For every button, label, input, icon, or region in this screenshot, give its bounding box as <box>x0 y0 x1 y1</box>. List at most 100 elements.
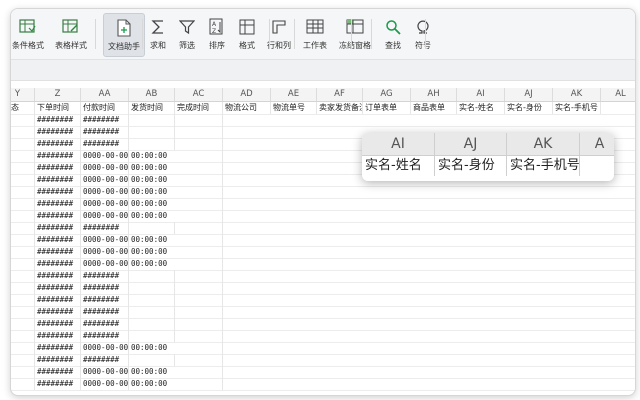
table-cell[interactable] <box>175 342 223 354</box>
table-cell[interactable]: 发货时间 <box>129 102 175 114</box>
table-cell[interactable]: ######## <box>35 222 81 234</box>
table-cell[interactable]: ######## <box>81 270 129 282</box>
table-cell[interactable]: 00:00:00 <box>129 234 175 246</box>
table-cell[interactable] <box>175 222 223 234</box>
table-cell[interactable]: ######## <box>35 162 81 174</box>
table-cell[interactable] <box>11 318 35 330</box>
table-cell[interactable] <box>129 318 175 330</box>
table-cell[interactable] <box>11 354 35 366</box>
table-cell[interactable] <box>175 330 223 342</box>
table-cell[interactable]: 00:00:00 <box>129 162 175 174</box>
table-cell[interactable] <box>175 282 223 294</box>
table-cell[interactable]: 0000-00-00 <box>81 366 129 378</box>
table-cell[interactable]: 00:00:00 <box>129 366 175 378</box>
table-cell[interactable]: 0000-00-00 <box>81 258 129 270</box>
table-cell[interactable]: ######## <box>35 330 81 342</box>
toolbar-button-7[interactable]: 行和列 <box>263 13 295 55</box>
table-cell[interactable]: ######## <box>35 126 81 138</box>
table-cell[interactable] <box>175 246 223 258</box>
table-cell[interactable] <box>175 198 223 210</box>
column-header[interactable]: AL <box>601 88 635 101</box>
table-cell[interactable]: ######## <box>81 330 129 342</box>
table-cell[interactable]: 实名-姓名 <box>457 102 505 114</box>
table-cell[interactable] <box>601 102 635 114</box>
toolbar-button-0[interactable]: 条件格式 <box>11 13 47 55</box>
table-cell[interactable] <box>11 270 35 282</box>
table-cell[interactable] <box>129 222 175 234</box>
table-cell[interactable] <box>175 138 223 150</box>
table-cell[interactable]: 0000-00-00 <box>81 210 129 222</box>
table-cell[interactable] <box>175 378 223 390</box>
toolbar-button-4[interactable]: 筛选 <box>173 13 201 55</box>
table-cell[interactable] <box>129 306 175 318</box>
table-cell[interactable] <box>129 114 175 126</box>
table-cell[interactable]: 完成时间 <box>175 102 223 114</box>
table-cell[interactable]: 00:00:00 <box>129 246 175 258</box>
table-cell[interactable] <box>175 318 223 330</box>
table-cell[interactable]: 状态 <box>11 102 35 114</box>
table-cell[interactable] <box>11 330 35 342</box>
table-cell[interactable]: 0000-00-00 <box>81 162 129 174</box>
table-cell[interactable]: ######## <box>35 246 81 258</box>
table-cell[interactable] <box>11 294 35 306</box>
table-cell[interactable]: ######## <box>35 150 81 162</box>
table-cell[interactable] <box>11 162 35 174</box>
table-cell[interactable] <box>129 282 175 294</box>
table-cell[interactable]: 00:00:00 <box>129 198 175 210</box>
table-cell[interactable]: 00:00:00 <box>129 258 175 270</box>
table-cell[interactable]: 0000-00-00 <box>81 150 129 162</box>
table-cell[interactable] <box>175 294 223 306</box>
table-cell[interactable] <box>129 354 175 366</box>
table-cell[interactable] <box>175 114 223 126</box>
table-cell[interactable] <box>11 234 35 246</box>
toolbar-button-10[interactable]: 查找 <box>379 13 407 55</box>
table-cell[interactable] <box>11 210 35 222</box>
table-cell[interactable] <box>11 138 35 150</box>
table-cell[interactable]: 实名-身份 <box>505 102 553 114</box>
table-cell[interactable] <box>175 270 223 282</box>
table-cell[interactable]: 物流单号 <box>271 102 317 114</box>
table-cell[interactable] <box>11 222 35 234</box>
table-cell[interactable]: ######## <box>35 186 81 198</box>
column-header[interactable]: AE <box>271 88 317 101</box>
table-cell[interactable]: 0000-00-00 <box>81 246 129 258</box>
column-header[interactable]: AJ <box>505 88 553 101</box>
table-cell[interactable] <box>175 210 223 222</box>
column-header[interactable]: AB <box>129 88 175 101</box>
table-cell[interactable]: ######## <box>35 282 81 294</box>
table-cell[interactable]: ######## <box>81 126 129 138</box>
table-cell[interactable]: ######## <box>35 114 81 126</box>
table-cell[interactable] <box>129 270 175 282</box>
table-cell[interactable] <box>129 138 175 150</box>
toolbar-button-2[interactable]: 文档助手 <box>103 13 145 57</box>
column-header[interactable]: Y <box>11 88 35 101</box>
table-cell[interactable]: ######## <box>35 270 81 282</box>
table-cell[interactable]: ######## <box>35 354 81 366</box>
table-cell[interactable]: ######## <box>81 318 129 330</box>
table-cell[interactable]: 00:00:00 <box>129 210 175 222</box>
table-cell[interactable] <box>175 234 223 246</box>
column-header[interactable]: Z <box>35 88 81 101</box>
table-cell[interactable]: ######## <box>81 294 129 306</box>
column-header[interactable]: AA <box>81 88 129 101</box>
table-cell[interactable] <box>11 342 35 354</box>
table-cell[interactable]: ######## <box>35 198 81 210</box>
table-cell[interactable] <box>175 186 223 198</box>
table-cell[interactable]: 下单时间 <box>35 102 81 114</box>
table-cell[interactable]: ######## <box>81 306 129 318</box>
table-cell[interactable] <box>11 246 35 258</box>
table-cell[interactable]: 物流公司 <box>223 102 271 114</box>
table-cell[interactable] <box>175 366 223 378</box>
table-cell[interactable]: ######## <box>81 282 129 294</box>
table-cell[interactable]: 00:00:00 <box>129 150 175 162</box>
toolbar-button-3[interactable]: 求和 <box>145 13 171 55</box>
table-cell[interactable] <box>175 174 223 186</box>
table-cell[interactable]: ######## <box>35 306 81 318</box>
table-cell[interactable]: ######## <box>35 234 81 246</box>
table-cell[interactable]: 中 <box>11 126 35 138</box>
table-cell[interactable] <box>175 306 223 318</box>
table-cell[interactable]: ######## <box>81 138 129 150</box>
table-cell[interactable]: 0000-00-00 <box>81 378 129 390</box>
table-cell[interactable]: 0000-00-00 <box>81 342 129 354</box>
toolbar-button-1[interactable]: 表格样式 <box>49 13 93 55</box>
